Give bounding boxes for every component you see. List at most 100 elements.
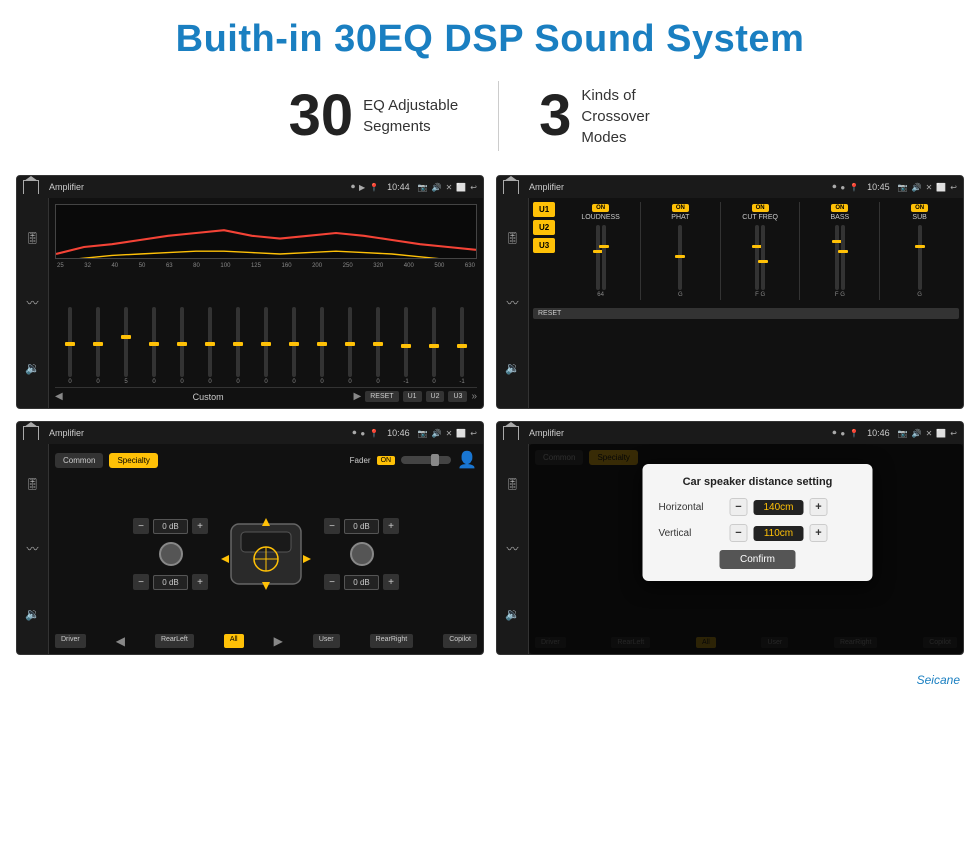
- person-icon: 👤: [457, 450, 477, 470]
- fader-on-toggle[interactable]: ON: [377, 456, 396, 465]
- close3-icon[interactable]: ✕: [446, 429, 453, 438]
- vol2-icon[interactable]: 🔉: [505, 361, 520, 375]
- bass-freq: F G: [835, 292, 845, 298]
- pin3-icon: 📍: [369, 429, 379, 438]
- home-icon[interactable]: [23, 180, 39, 194]
- screen1-topbar: Amplifier ⏺ ▶ 📍 10:44 📷 🔊 ✕ ⬜ ↩: [17, 176, 483, 198]
- on-badge-phat[interactable]: ON: [672, 204, 689, 212]
- vol-down-icon[interactable]: 🔉: [25, 361, 40, 375]
- back-icon[interactable]: ↩: [470, 183, 477, 192]
- home-icon4[interactable]: [503, 426, 519, 440]
- close4-icon[interactable]: ✕: [926, 429, 933, 438]
- camera4-icon: 📷: [898, 429, 908, 438]
- cutfreq-slider-1[interactable]: [755, 225, 759, 290]
- fader-slider[interactable]: [401, 456, 451, 464]
- crossover-reset-btn[interactable]: RESET: [533, 308, 959, 319]
- left-top-minus[interactable]: −: [133, 518, 149, 534]
- right-bot-minus[interactable]: −: [324, 574, 340, 590]
- wave2-icon[interactable]: 〰: [506, 294, 518, 311]
- window2-icon[interactable]: ⬜: [936, 183, 946, 192]
- prev-btn[interactable]: ◀: [55, 391, 63, 402]
- back3-icon[interactable]: ↩: [470, 429, 477, 438]
- on-badge-loudness[interactable]: ON: [592, 204, 609, 212]
- bass-slider-2[interactable]: [841, 225, 845, 290]
- close-icon[interactable]: ✕: [446, 183, 453, 192]
- tab-common[interactable]: Common: [55, 453, 103, 468]
- screen3-title: Amplifier: [49, 428, 348, 438]
- vol4-icon[interactable]: 🔉: [505, 607, 520, 621]
- right-bot-plus[interactable]: +: [383, 574, 399, 590]
- sub-slider[interactable]: [918, 225, 922, 290]
- on-badge-sub[interactable]: ON: [911, 204, 928, 212]
- more-icon[interactable]: »: [471, 391, 477, 402]
- u3-btn[interactable]: U3: [448, 391, 467, 402]
- left-bot-minus[interactable]: −: [133, 574, 149, 590]
- eq-icon[interactable]: 🎚: [25, 231, 40, 245]
- loudness-slider-1[interactable]: [596, 225, 600, 290]
- vertical-plus-btn[interactable]: +: [810, 524, 828, 542]
- btn-driver[interactable]: Driver: [55, 634, 86, 648]
- close2-icon[interactable]: ✕: [926, 183, 933, 192]
- window3-icon[interactable]: ⬜: [456, 429, 466, 438]
- eq-slider-1: 0: [57, 307, 83, 385]
- right-db-row-2: − 0 dB +: [324, 574, 399, 590]
- home-icon2[interactable]: [503, 180, 519, 194]
- eq4-icon[interactable]: 🎚: [505, 477, 520, 491]
- phat-freq: G: [678, 292, 683, 298]
- left-bot-plus[interactable]: +: [192, 574, 208, 590]
- window-icon[interactable]: ⬜: [456, 183, 466, 192]
- fwd-arrow-area: ▶: [274, 634, 283, 648]
- tab-specialty[interactable]: Specialty: [109, 453, 157, 468]
- crossover-sections: ON LOUDNESS 64: [561, 202, 959, 300]
- cutfreq-slider-2[interactable]: [761, 225, 765, 290]
- u1-btn[interactable]: U1: [403, 391, 422, 402]
- on-badge-bass[interactable]: ON: [831, 204, 848, 212]
- left-top-plus[interactable]: +: [192, 518, 208, 534]
- on-badge-cutfreq[interactable]: ON: [752, 204, 769, 212]
- horizontal-plus-btn[interactable]: +: [810, 498, 828, 516]
- screen2-time: 10:45: [867, 182, 890, 192]
- back-arrow-area: ◀: [116, 634, 125, 648]
- eq2-icon[interactable]: 🎚: [505, 231, 520, 245]
- screen3-topbar: Amplifier ⏺ ● 📍 10:46 📷 🔊 ✕ ⬜ ↩: [17, 422, 483, 444]
- btn-copilot[interactable]: Copilot: [443, 634, 477, 648]
- section-loudness-label: LOUDNESS: [581, 214, 620, 221]
- speaker-top-row: Common Specialty Fader ON 👤: [55, 450, 477, 470]
- back-arrow-icon[interactable]: ◀: [116, 634, 125, 648]
- horizontal-minus-btn[interactable]: −: [730, 498, 748, 516]
- bass-slider-1[interactable]: [835, 225, 839, 290]
- screen3-content: 🎚 〰 🔉 Common Specialty Fader ON 👤: [17, 444, 483, 654]
- back4-icon[interactable]: ↩: [950, 429, 957, 438]
- stat-eq: 30 EQ AdjustableSegments: [249, 87, 499, 145]
- car-diagram-svg: [216, 504, 316, 604]
- window4-icon[interactable]: ⬜: [936, 429, 946, 438]
- u1-crossover-btn[interactable]: U1: [533, 202, 555, 217]
- wave3-icon[interactable]: 〰: [26, 540, 38, 557]
- eq-slider-2: 0: [85, 307, 111, 385]
- wave4-icon[interactable]: 〰: [506, 540, 518, 557]
- vertical-minus-btn[interactable]: −: [730, 524, 748, 542]
- u3-crossover-btn[interactable]: U3: [533, 238, 555, 253]
- btn-rear-right[interactable]: RearRight: [370, 634, 414, 648]
- right-top-minus[interactable]: −: [324, 518, 340, 534]
- reset-btn[interactable]: RESET: [365, 391, 398, 402]
- next-btn[interactable]: ▶: [354, 391, 362, 402]
- camera2-icon: 📷: [898, 183, 908, 192]
- vol3-icon[interactable]: 🔉: [25, 607, 40, 621]
- eq-main: 25 32 40 50 63 80 100 125 160 200 250 32…: [49, 198, 483, 408]
- fwd-arrow-icon[interactable]: ▶: [274, 634, 283, 648]
- right-top-plus[interactable]: +: [383, 518, 399, 534]
- home-icon3[interactable]: [23, 426, 39, 440]
- wave-icon[interactable]: 〰: [26, 294, 38, 311]
- eq3-icon[interactable]: 🎚: [25, 477, 40, 491]
- loudness-slider-2[interactable]: [602, 225, 606, 290]
- car-area: [216, 504, 316, 604]
- btn-all[interactable]: All: [224, 634, 244, 648]
- phat-slider[interactable]: [678, 225, 682, 290]
- u2-btn[interactable]: U2: [426, 391, 445, 402]
- dialog-confirm-btn[interactable]: Confirm: [720, 550, 795, 569]
- u2-crossover-btn[interactable]: U2: [533, 220, 555, 235]
- btn-user[interactable]: User: [313, 634, 340, 648]
- back2-icon[interactable]: ↩: [950, 183, 957, 192]
- btn-rear-left[interactable]: RearLeft: [155, 634, 194, 648]
